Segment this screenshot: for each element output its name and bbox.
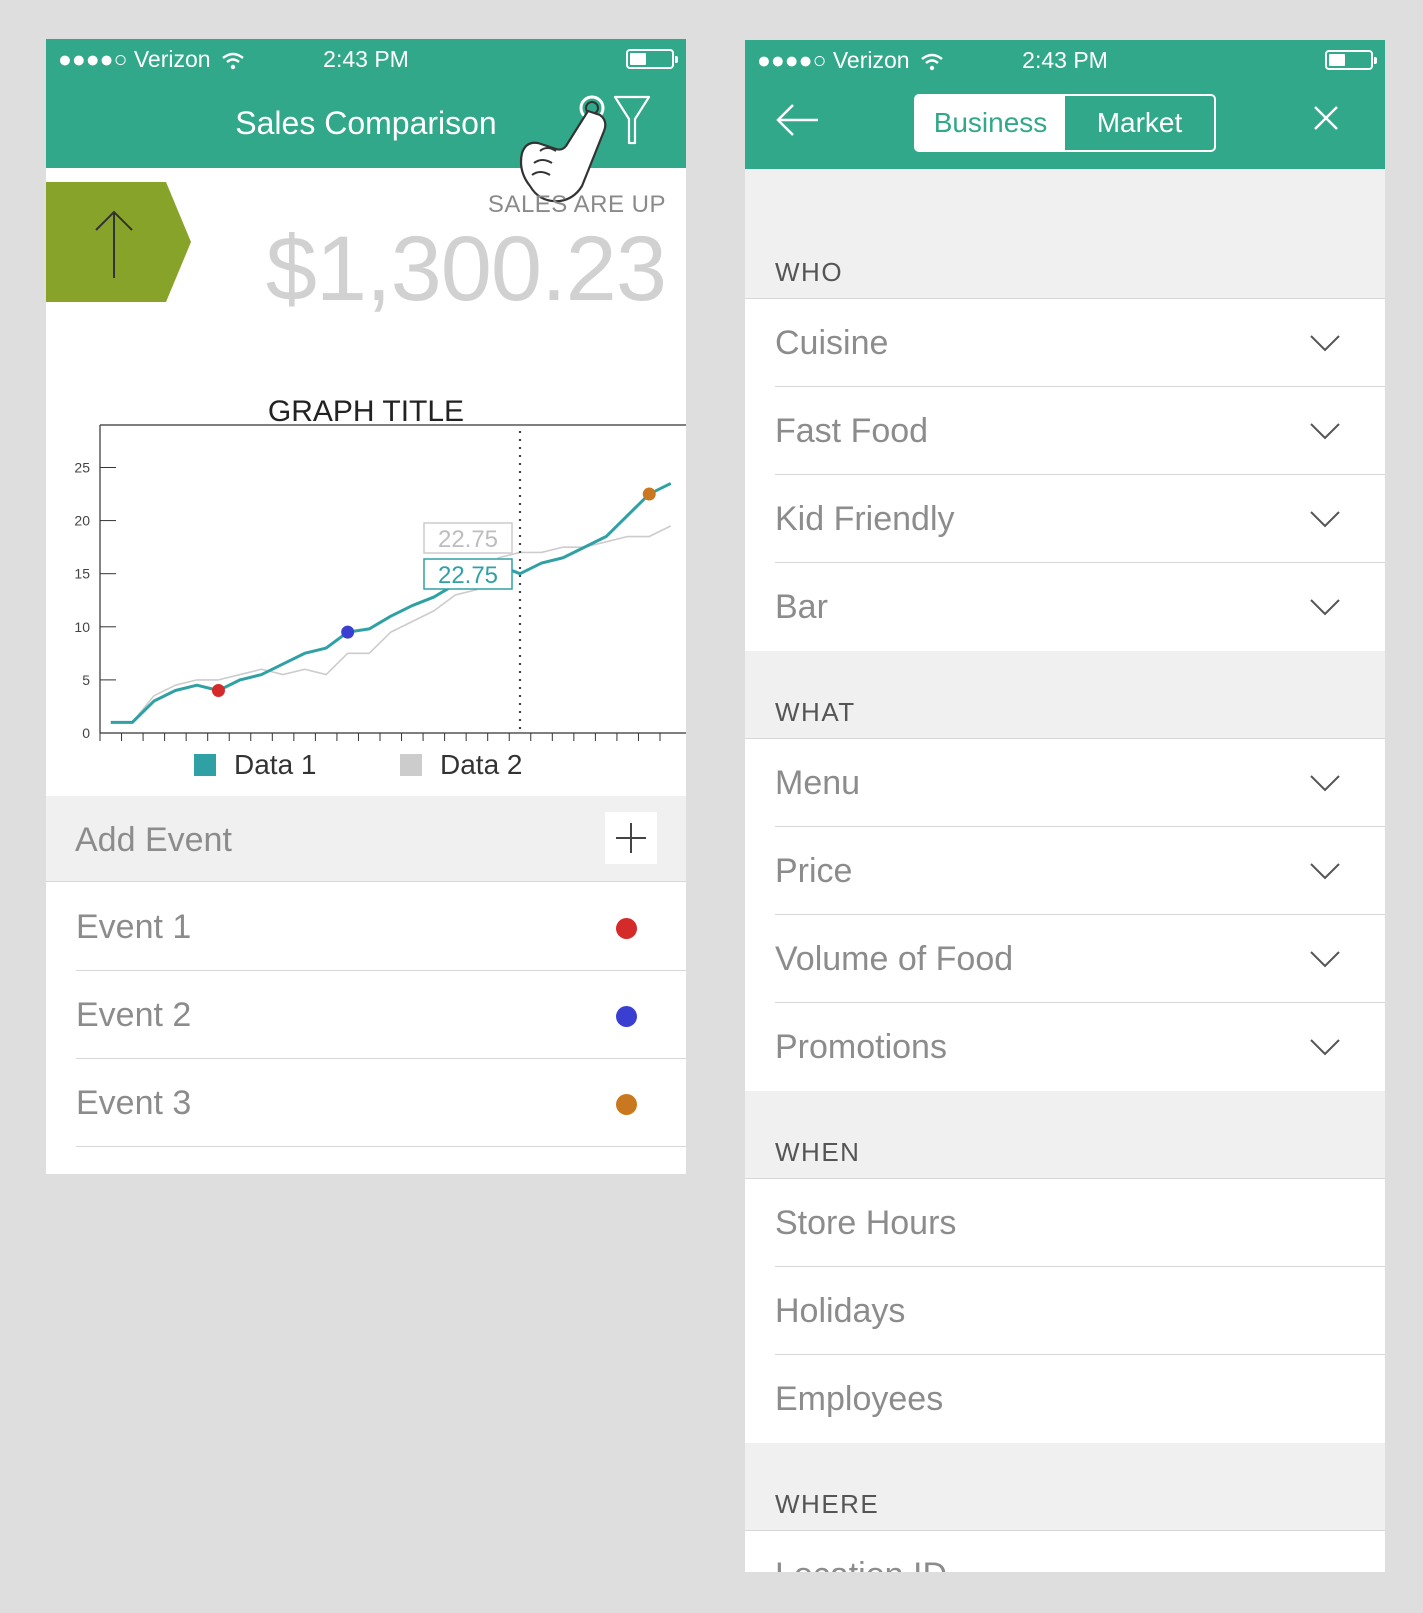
section-title: WHERE bbox=[775, 1489, 880, 1519]
filter-screen: ●●●●○ Verizon 2:43 PM Business Market WH… bbox=[745, 40, 1385, 1572]
y-tick-label: 10 bbox=[74, 619, 90, 635]
filter-label: Holidays bbox=[775, 1292, 906, 1330]
y-tick-label: 20 bbox=[74, 513, 90, 529]
chevron-down-icon[interactable] bbox=[1309, 773, 1341, 793]
legend-swatch bbox=[194, 754, 216, 776]
status-time: 2:43 PM bbox=[323, 46, 409, 72]
legend-swatch bbox=[400, 754, 422, 776]
tab-business[interactable]: Business bbox=[916, 96, 1065, 150]
event-row[interactable]: Event 2 bbox=[76, 971, 686, 1059]
series-line-2 bbox=[110, 525, 672, 724]
filter-label: Price bbox=[775, 852, 853, 890]
status-bar: ●●●●○ Verizon 2:43 PM bbox=[46, 39, 686, 79]
section-title: WHO bbox=[775, 257, 844, 287]
section-title: WHEN bbox=[775, 1137, 861, 1167]
segmented-control: Business Market bbox=[914, 94, 1216, 152]
sales-comparison-screen: ●●●●○ Verizon 2:43 PM Sales Comparison S… bbox=[46, 39, 686, 1174]
status-bar: ●●●●○ Verizon 2:43 PM bbox=[745, 40, 1385, 80]
event-label: Event 3 bbox=[76, 1084, 192, 1122]
chevron-down-icon[interactable] bbox=[1309, 861, 1341, 881]
filter-row[interactable]: Cuisine bbox=[775, 299, 1385, 387]
filter-row[interactable]: Bar bbox=[775, 563, 1385, 651]
sales-value: $1,300.23 bbox=[265, 218, 667, 320]
section-header-who: WHO bbox=[745, 169, 1385, 299]
event-row[interactable]: Event 1 bbox=[76, 883, 686, 971]
chevron-down-icon[interactable] bbox=[1309, 333, 1341, 353]
section-header-where: WHERE bbox=[745, 1443, 1385, 1531]
sales-up-indicator bbox=[46, 182, 191, 302]
filter-row[interactable]: Price bbox=[775, 827, 1385, 915]
filter-row[interactable]: Holidays bbox=[775, 1267, 1385, 1355]
event-color-dot bbox=[616, 1006, 637, 1027]
filter-label: Store Hours bbox=[775, 1204, 957, 1242]
series-line-1 bbox=[110, 482, 672, 724]
event-marker bbox=[642, 487, 656, 501]
cursor-value-label: 22.75 bbox=[438, 526, 498, 553]
chevron-down-icon[interactable] bbox=[1309, 509, 1341, 529]
chevron-down-icon[interactable] bbox=[1309, 421, 1341, 441]
nav-bar: ●●●●○ Verizon 2:43 PM Business Market bbox=[745, 40, 1385, 169]
add-event-label: Add Event bbox=[75, 821, 232, 859]
y-tick-label: 25 bbox=[74, 459, 90, 475]
y-tick-label: 0 bbox=[82, 725, 90, 741]
event-label: Event 2 bbox=[76, 996, 192, 1034]
section-header-what: WHAT bbox=[745, 651, 1385, 739]
sales-line-chart: GRAPH TITLE 0 5 10 15 20 25 22.75 22.75 Data 1 Da… bbox=[74, 395, 686, 780]
chevron-down-icon[interactable] bbox=[1309, 1037, 1341, 1057]
plus-icon[interactable] bbox=[605, 812, 657, 864]
filter-row[interactable]: Kid Friendly bbox=[775, 475, 1385, 563]
event-color-dot bbox=[616, 1094, 637, 1115]
nav-bar: ●●●●○ Verizon 2:43 PM Sales Comparison bbox=[46, 39, 686, 203]
chart-title: GRAPH TITLE bbox=[268, 395, 464, 428]
status-time: 2:43 PM bbox=[1022, 47, 1108, 73]
close-icon[interactable] bbox=[1312, 104, 1340, 132]
tab-market[interactable]: Market bbox=[1065, 96, 1214, 150]
event-marker bbox=[211, 684, 225, 698]
filter-row[interactable]: Promotions bbox=[775, 1003, 1385, 1091]
chevron-down-icon[interactable] bbox=[1309, 949, 1341, 969]
event-color-dot bbox=[616, 918, 637, 939]
filter-label: Employees bbox=[775, 1380, 944, 1418]
battery-icon bbox=[626, 49, 678, 69]
event-row[interactable]: Event 3 bbox=[76, 1059, 686, 1147]
filter-label: Location ID bbox=[775, 1556, 947, 1572]
filter-row[interactable]: Fast Food bbox=[775, 387, 1385, 475]
battery-icon bbox=[1325, 50, 1377, 70]
filter-row[interactable]: Store Hours bbox=[775, 1179, 1385, 1267]
filter-label: Kid Friendly bbox=[775, 500, 955, 538]
filter-label: Bar bbox=[775, 588, 828, 626]
cursor-value-label: 22.75 bbox=[438, 562, 498, 589]
event-label: Event 1 bbox=[76, 908, 192, 946]
section-header-when: WHEN bbox=[745, 1091, 1385, 1179]
filter-label: Fast Food bbox=[775, 412, 929, 450]
add-event-row[interactable]: Add Event bbox=[46, 796, 686, 882]
filter-label: Cuisine bbox=[775, 324, 889, 362]
chevron-down-icon[interactable] bbox=[1309, 597, 1341, 617]
back-arrow-icon[interactable] bbox=[775, 100, 821, 140]
filter-row[interactable]: Location ID bbox=[775, 1531, 1385, 1572]
y-tick-label: 5 bbox=[82, 672, 90, 688]
filter-row[interactable]: Employees bbox=[775, 1355, 1385, 1443]
y-tick-label: 15 bbox=[74, 566, 90, 582]
filter-row[interactable]: Volume of Food bbox=[775, 915, 1385, 1003]
sales-status-label: SALES ARE UP bbox=[487, 191, 666, 218]
section-title: WHAT bbox=[775, 697, 856, 727]
event-marker bbox=[341, 625, 355, 639]
legend-label: Data 1 bbox=[234, 749, 317, 780]
filter-label: Volume of Food bbox=[775, 940, 1014, 978]
filter-label: Promotions bbox=[775, 1028, 947, 1066]
filter-label: Menu bbox=[775, 764, 861, 802]
legend-label: Data 2 bbox=[440, 749, 523, 780]
filter-row[interactable]: Menu bbox=[775, 739, 1385, 827]
